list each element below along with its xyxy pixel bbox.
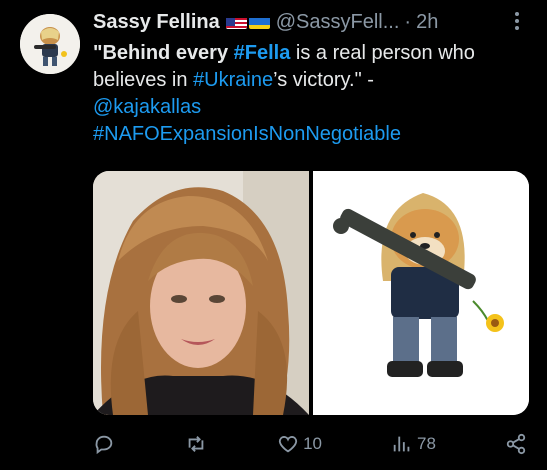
views-count: 78 — [417, 434, 436, 453]
share-icon — [506, 433, 526, 455]
views-button[interactable]: 78 — [391, 433, 436, 455]
retweet-icon — [188, 436, 204, 452]
hashtag-ukraine[interactable]: #Ukraine — [193, 69, 273, 91]
separator-dot: · — [404, 10, 412, 33]
tweet-text: "Behind every #Fella is a real person wh… — [93, 40, 533, 148]
like-button[interactable]: 10 — [277, 433, 322, 455]
reply-icon — [95, 435, 113, 455]
avatar-image — [20, 14, 80, 74]
flags — [225, 15, 270, 29]
ukraine-flag-icon — [248, 15, 270, 29]
text-part1: Behind every — [102, 42, 234, 64]
heart-icon — [278, 436, 298, 453]
media-grid — [93, 171, 529, 415]
author-name[interactable]: Sassy Fellina — [93, 11, 220, 34]
action-bar: 10 78 — [93, 428, 527, 460]
photo-fella-cartoon[interactable] — [313, 171, 529, 415]
us-flag-icon — [225, 15, 247, 29]
reply-button[interactable] — [93, 433, 115, 455]
tweet-header: Sassy Fellina @SassyFell... · 2h — [93, 8, 527, 36]
photo-woman[interactable] — [93, 171, 309, 415]
hashtag-fella[interactable]: #Fella — [234, 42, 291, 64]
views-icon — [393, 436, 410, 452]
text-part3: ’s victory." - — [273, 69, 374, 91]
hashtag-nafo[interactable]: #NAFOExpansionIsNonNegotiable — [93, 123, 401, 145]
post-time[interactable]: 2h — [416, 11, 438, 34]
like-count: 10 — [303, 434, 322, 453]
mention-kajakallas[interactable]: @kajakallas — [93, 96, 201, 118]
avatar[interactable] — [20, 14, 80, 74]
retweet-button[interactable] — [184, 433, 208, 455]
more-dots-icon[interactable] — [507, 10, 527, 32]
author-handle[interactable]: @SassyFell... — [276, 11, 400, 34]
share-button[interactable] — [505, 433, 527, 455]
